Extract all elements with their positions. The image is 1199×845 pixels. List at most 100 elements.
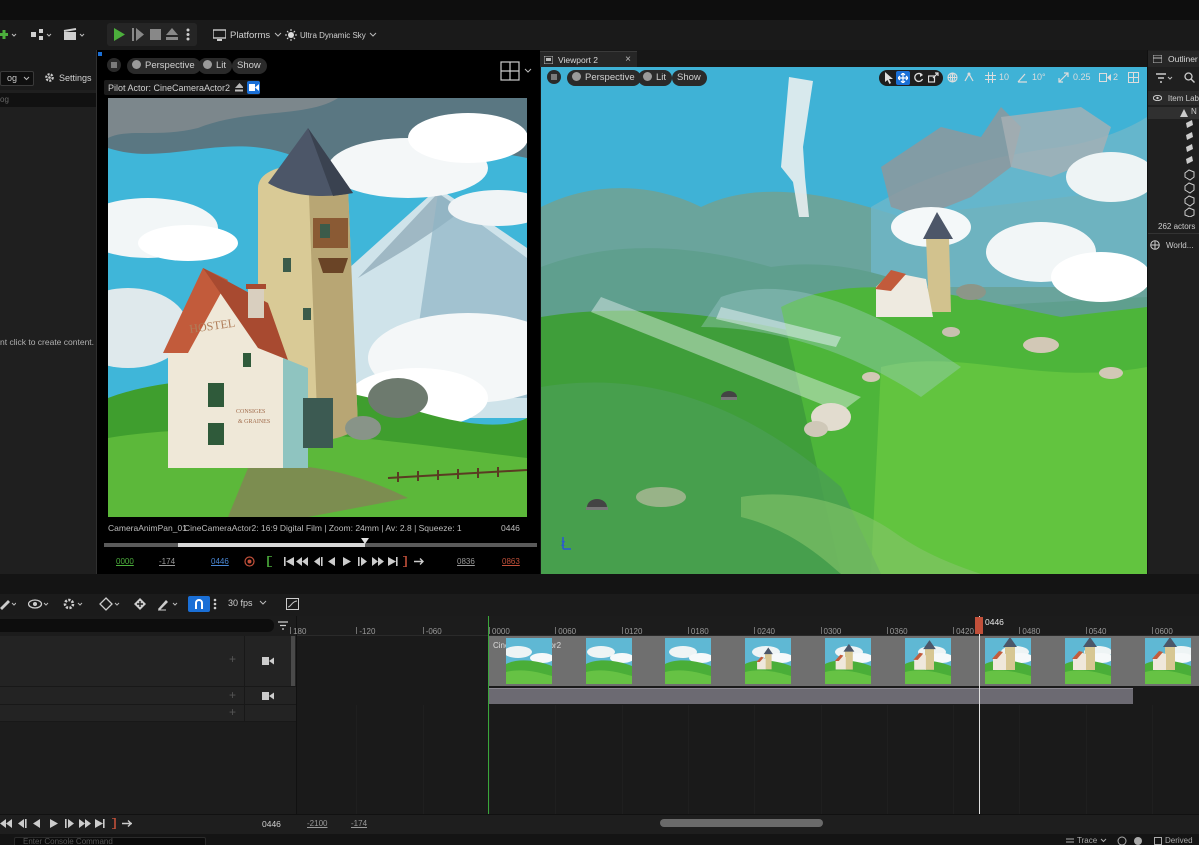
camera-speed-value[interactable]: 2 (1113, 72, 1118, 82)
filter-dropdown[interactable]: og (0, 71, 34, 86)
playhead-handle[interactable] (975, 617, 983, 634)
scale-snap-value[interactable]: 0.25 (1073, 72, 1091, 82)
cube-icon (572, 72, 581, 81)
camera-lock-icon[interactable] (247, 81, 260, 94)
left-search-field[interactable]: og (0, 93, 96, 107)
maximize-viewport-icon[interactable] (1128, 72, 1139, 83)
angle-snap-value[interactable]: 10° (1032, 72, 1046, 82)
more-options-icon[interactable] (186, 28, 190, 41)
left-search-text: og (0, 95, 9, 104)
viewport1-lit-pill[interactable]: Lit (198, 58, 233, 74)
chevron-down-icon (23, 76, 30, 81)
camera-speed-icon[interactable] (1099, 73, 1111, 82)
track-row-3[interactable] (0, 705, 296, 722)
add-track-icon[interactable]: + (229, 705, 236, 719)
lit-icon (643, 72, 652, 81)
layout-grid-icon[interactable] (500, 61, 534, 81)
fps-dropdown[interactable]: 30 fps (228, 598, 267, 608)
sequencer-transport-icon[interactable] (0, 818, 140, 829)
settings-button[interactable]: Settings (44, 72, 92, 83)
eject-pilot-icon[interactable] (235, 83, 244, 92)
translate-mode-icon[interactable] (898, 73, 908, 83)
timeline-scrollbar[interactable] (660, 819, 823, 827)
rotate-mode-icon[interactable] (913, 72, 924, 83)
surface-snap-icon[interactable] (964, 72, 975, 83)
platforms-button[interactable]: Platforms (213, 27, 282, 43)
camera-cut-icon[interactable] (262, 692, 274, 700)
angle-snap-icon[interactable] (1017, 72, 1028, 83)
outliner-tab[interactable]: Outliner (1148, 51, 1199, 67)
blueprint-icon[interactable] (30, 28, 54, 42)
add-track-icon[interactable]: + (229, 652, 236, 666)
filter-icon[interactable] (1156, 73, 1174, 83)
ruler-tick (489, 627, 490, 634)
add-key-icon[interactable] (133, 597, 147, 611)
left-panel-hint: nt click to create content. (0, 337, 95, 347)
settings-gear-icon[interactable] (62, 597, 84, 611)
derived-data-button[interactable]: Derived (1154, 836, 1193, 845)
snap-options-icon[interactable] (213, 598, 217, 610)
grid-snap-icon[interactable] (985, 72, 996, 83)
viewport1-scrub-bar[interactable] (104, 538, 537, 547)
viewport2-lit-pill[interactable]: Lit (638, 70, 673, 86)
trace-button[interactable]: Trace (1066, 836, 1107, 845)
sub-section-bar[interactable] (489, 688, 1133, 704)
ruler-tick-label: 0420 (956, 627, 974, 636)
close-icon[interactable]: × (625, 54, 631, 65)
revision-control-icon[interactable] (1117, 836, 1127, 845)
select-mode-icon[interactable] (884, 72, 894, 84)
grid-snap-value[interactable]: 10 (999, 72, 1009, 82)
bottom-start[interactable]: -2100 (307, 819, 327, 828)
grid-line (422, 705, 424, 814)
notifications-icon[interactable] (1133, 836, 1143, 845)
visibility-icon[interactable] (28, 598, 50, 610)
overlay-camera-info: CineCameraActor2: 16:9 Digital Film | Zo… (184, 523, 462, 533)
camera-cut-icon[interactable] (262, 657, 274, 665)
key-interp-icon[interactable] (99, 597, 123, 611)
ruler-tick-label: 180 (293, 627, 307, 636)
viewport1-show-pill[interactable]: Show (232, 58, 267, 74)
viewport2-menu-icon[interactable] (547, 70, 561, 84)
viewport1-show-label: Show (237, 60, 261, 71)
outliner-title: Outliner (1168, 54, 1198, 64)
search-icon[interactable] (1184, 72, 1195, 83)
world-settings-tab[interactable]: World... (1150, 240, 1193, 250)
eject-icon[interactable] (166, 28, 178, 40)
track-search[interactable] (0, 619, 274, 632)
track-row-2[interactable] (0, 687, 296, 705)
track-filter-icon[interactable] (278, 621, 288, 630)
add-content-icon[interactable] (0, 28, 18, 42)
bottom-frame[interactable]: 0446 (262, 819, 281, 829)
outliner-row-selected[interactable]: N (1148, 107, 1199, 119)
trace-icon (1066, 838, 1074, 842)
brush-tool-icon[interactable] (157, 597, 181, 611)
scale-snap-icon[interactable] (1058, 72, 1069, 83)
clip-thumbnail (506, 638, 552, 684)
scrub-handle-icon[interactable] (361, 538, 369, 546)
pencil-tools-icon[interactable] (0, 598, 16, 610)
viewport2-perspective-pill[interactable]: Perspective (567, 70, 641, 86)
track-row-camera[interactable] (0, 636, 296, 687)
ruler-tick-label: 0060 (558, 627, 577, 636)
sky-button[interactable]: Ultra Dynamic Sky (285, 27, 377, 43)
title-strip (0, 0, 1199, 20)
transport-controls-icon[interactable] (266, 556, 426, 567)
curve-editor-icon[interactable] (286, 598, 299, 610)
svg-text:& GRAINES: & GRAINES (238, 419, 270, 425)
viewport2-show-pill[interactable]: Show (672, 70, 707, 86)
viewport1-menu-icon[interactable] (107, 58, 121, 72)
scale-mode-icon[interactable] (928, 72, 939, 83)
cinematics-icon[interactable] (63, 28, 87, 42)
stop-icon[interactable] (150, 29, 161, 40)
viewport1-perspective-pill[interactable]: Perspective (127, 58, 201, 74)
console-input[interactable]: Enter Console Command (14, 837, 206, 845)
world-space-icon[interactable] (947, 72, 958, 83)
record-icon[interactable] (244, 556, 255, 567)
step-forward-icon[interactable] (132, 28, 144, 41)
add-track-icon[interactable]: + (229, 688, 236, 702)
bottom-neg[interactable]: -174 (351, 819, 367, 828)
grid-line (953, 705, 955, 814)
play-icon[interactable] (113, 28, 125, 41)
viewport2-tab[interactable]: Viewport 2 × (540, 51, 637, 67)
track-list-splitter[interactable] (291, 636, 295, 686)
